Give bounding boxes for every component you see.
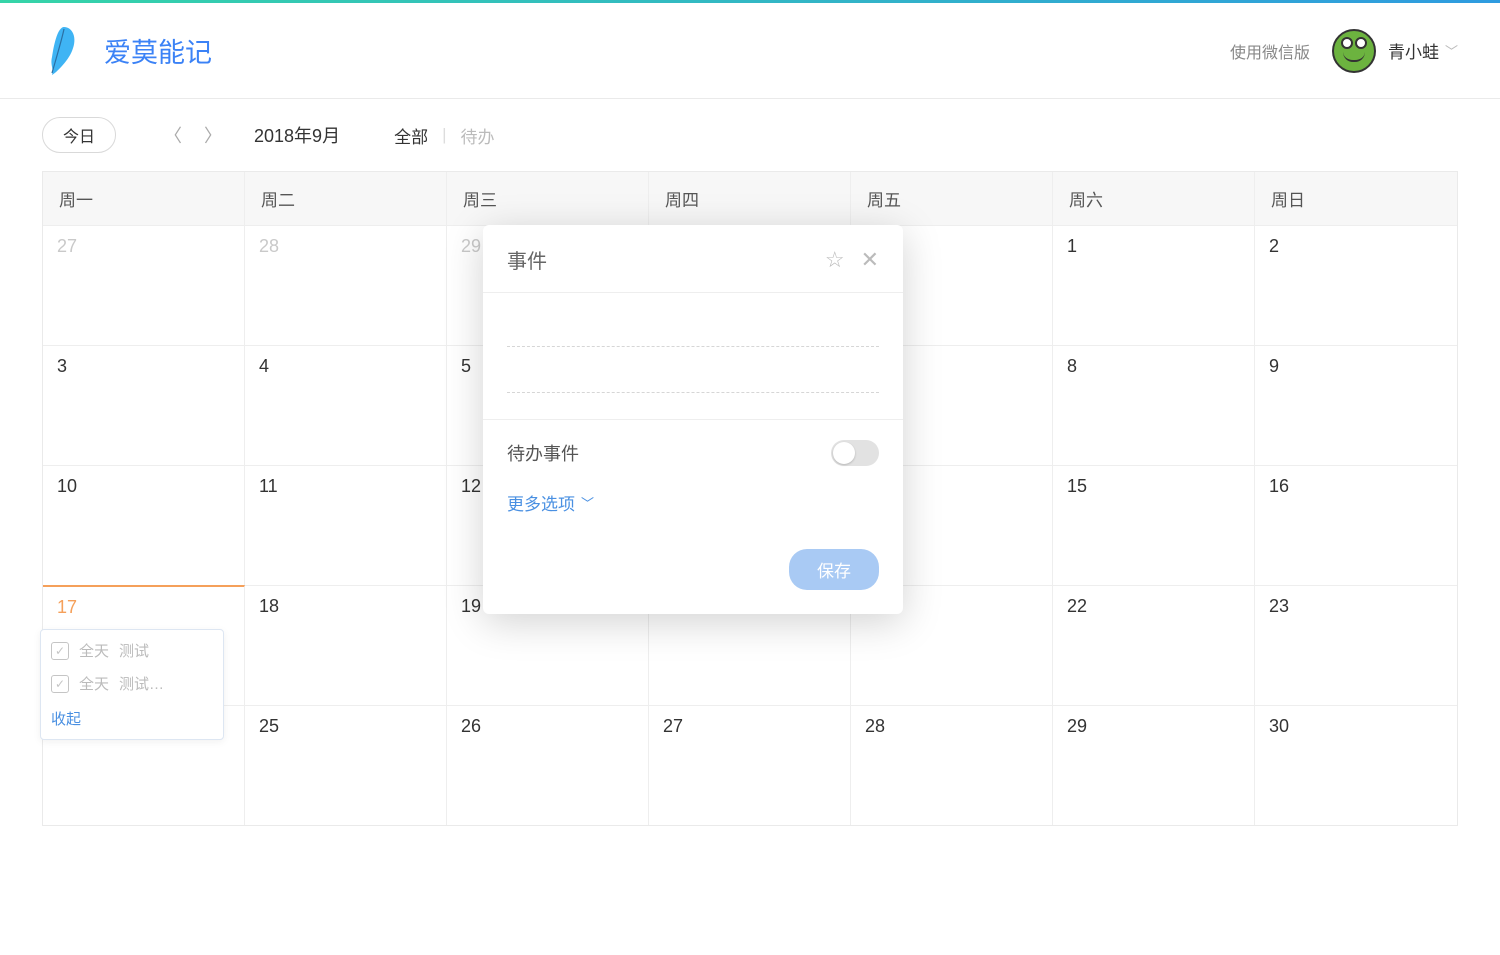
wechat-version-link[interactable]: 使用微信版 bbox=[1230, 39, 1310, 63]
month-nav: 〈 〉 bbox=[164, 122, 222, 148]
day-cell[interactable]: 29 bbox=[1053, 705, 1255, 825]
app-logo-icon bbox=[42, 23, 86, 79]
calendar-toolbar: 今日 〈 〉 2018年9月 全部 | 待办 bbox=[0, 99, 1500, 171]
todo-toggle-row: 待办事件 bbox=[507, 440, 879, 466]
app-title: 爱莫能记 bbox=[104, 31, 212, 70]
close-icon[interactable]: ✕ bbox=[861, 247, 879, 273]
weekday-label: 周四 bbox=[649, 172, 851, 225]
modal-title: 事件 bbox=[507, 245, 809, 274]
main-header: 爱莫能记 使用微信版 青小蛙 ﹀ bbox=[0, 3, 1500, 99]
todo-toggle[interactable] bbox=[831, 440, 879, 466]
event-time: 全天 bbox=[79, 640, 109, 661]
filter-todo-tab[interactable]: 待办 bbox=[461, 123, 495, 148]
today-button[interactable]: 今日 bbox=[42, 117, 116, 153]
event-title: 测试 bbox=[119, 640, 149, 661]
username-label[interactable]: 青小蛙 bbox=[1388, 38, 1439, 63]
filter-separator: | bbox=[442, 125, 446, 145]
event-row[interactable]: ✓ 全天 测试… bbox=[41, 667, 223, 700]
next-month-button[interactable]: 〉 bbox=[204, 122, 222, 148]
weekday-label: 周三 bbox=[447, 172, 649, 225]
day-cell[interactable]: 16 bbox=[1255, 465, 1457, 585]
weekday-label: 周六 bbox=[1053, 172, 1255, 225]
day-cell[interactable]: 3 bbox=[43, 345, 245, 465]
user-avatar[interactable] bbox=[1332, 29, 1376, 73]
star-icon[interactable]: ☆ bbox=[825, 247, 845, 273]
day-cell[interactable]: 18 bbox=[245, 585, 447, 705]
day-cell[interactable]: 30 bbox=[1255, 705, 1457, 825]
day-cell[interactable]: 15 bbox=[1053, 465, 1255, 585]
day-cell[interactable]: 23 bbox=[1255, 585, 1457, 705]
day-cell[interactable]: 1 bbox=[1053, 225, 1255, 345]
chevron-down-icon[interactable]: ﹀ bbox=[1445, 41, 1458, 60]
checkbox-icon[interactable]: ✓ bbox=[51, 642, 69, 660]
event-time: 全天 bbox=[79, 673, 109, 694]
event-title: 测试… bbox=[119, 673, 164, 694]
day-cell[interactable]: 11 bbox=[245, 465, 447, 585]
day-cell[interactable]: 28 bbox=[851, 705, 1053, 825]
day-cell[interactable]: 25 bbox=[245, 705, 447, 825]
day-cell[interactable]: 2 bbox=[1255, 225, 1457, 345]
day-cell[interactable]: 4 bbox=[245, 345, 447, 465]
event-row[interactable]: ✓ 全天 测试 bbox=[41, 634, 223, 667]
day-cell[interactable]: 9 bbox=[1255, 345, 1457, 465]
day-cell[interactable]: 27 bbox=[43, 225, 245, 345]
more-options-link[interactable]: 更多选项 ﹀ bbox=[507, 490, 594, 535]
day-cell[interactable]: 27 bbox=[649, 705, 851, 825]
save-button[interactable]: 保存 bbox=[789, 549, 879, 590]
weekday-label: 周五 bbox=[851, 172, 1053, 225]
day-cell[interactable]: 8 bbox=[1053, 345, 1255, 465]
day-events-popover: ✓ 全天 测试 ✓ 全天 测试… 收起 bbox=[40, 629, 224, 740]
prev-month-button[interactable]: 〈 bbox=[164, 122, 182, 148]
weekday-label: 周日 bbox=[1255, 172, 1457, 225]
day-cell[interactable]: 10 bbox=[43, 465, 245, 585]
weekday-label: 周一 bbox=[43, 172, 245, 225]
modal-header: 事件 ☆ ✕ bbox=[483, 225, 903, 293]
filter-group: 全部 | 待办 bbox=[394, 123, 494, 148]
event-modal: 事件 ☆ ✕ 待办事件 更多选项 ﹀ 保存 bbox=[483, 225, 903, 614]
weekday-header: 周一周二周三周四周五周六周日 bbox=[43, 172, 1457, 225]
todo-label: 待办事件 bbox=[507, 440, 579, 466]
checkbox-icon[interactable]: ✓ bbox=[51, 675, 69, 693]
collapse-link[interactable]: 收起 bbox=[41, 700, 223, 739]
day-cell[interactable]: 26 bbox=[447, 705, 649, 825]
chevron-down-icon: ﹀ bbox=[581, 493, 594, 512]
filter-all-tab[interactable]: 全部 bbox=[394, 123, 428, 148]
event-title-input[interactable] bbox=[507, 315, 879, 347]
day-cell[interactable]: 22 bbox=[1053, 585, 1255, 705]
modal-options-section: 待办事件 更多选项 ﹀ bbox=[483, 419, 903, 535]
current-month-label: 2018年9月 bbox=[254, 122, 340, 148]
event-desc-input[interactable] bbox=[507, 347, 879, 393]
weekday-label: 周二 bbox=[245, 172, 447, 225]
modal-footer: 保存 bbox=[483, 535, 903, 614]
modal-body bbox=[483, 293, 903, 393]
day-cell[interactable]: 28 bbox=[245, 225, 447, 345]
